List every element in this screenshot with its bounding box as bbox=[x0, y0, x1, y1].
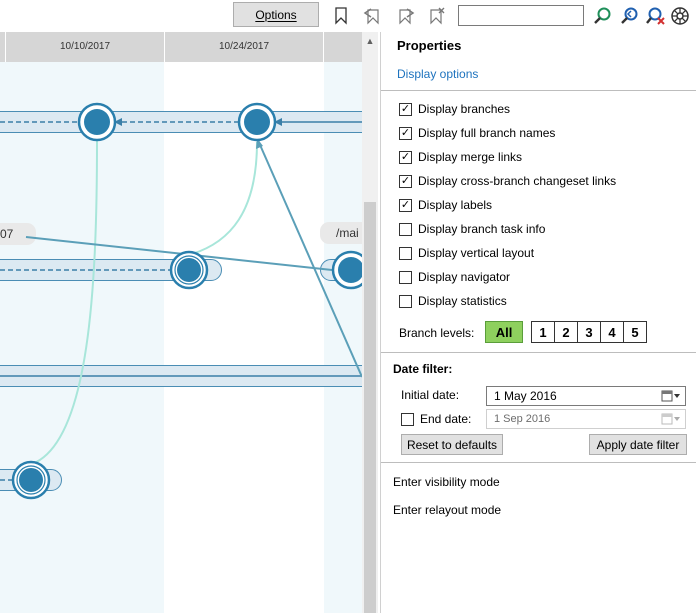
branch-level-all-button[interactable]: All bbox=[485, 321, 523, 343]
display-option-row[interactable]: Display branch task info bbox=[399, 220, 545, 238]
display-option-label: Display cross-branch changeset links bbox=[418, 174, 617, 188]
display-option-label: Display branch task info bbox=[418, 222, 546, 236]
bookmark-previous-icon[interactable] bbox=[361, 5, 383, 27]
bookmark-next-icon[interactable] bbox=[395, 5, 417, 27]
settings-icon[interactable] bbox=[669, 5, 691, 27]
display-option-label: Display branches bbox=[418, 102, 511, 116]
initial-date-label: Initial date: bbox=[401, 388, 460, 402]
display-option-checkbox[interactable]: ✓ bbox=[399, 126, 412, 140]
calendar-dropdown-icon bbox=[661, 413, 681, 425]
display-option-row[interactable]: ✓ Display labels bbox=[399, 196, 492, 214]
display-option-label: Display statistics bbox=[418, 294, 507, 308]
initial-date-picker[interactable]: 1 May 2016 bbox=[486, 386, 686, 406]
properties-panel: Properties Display options ✓ Display bran… bbox=[380, 32, 696, 613]
divider bbox=[381, 90, 696, 91]
branch-level-5-button[interactable]: 5 bbox=[623, 321, 647, 343]
changeset-node[interactable] bbox=[331, 250, 362, 290]
display-option-checkbox[interactable]: ✓ bbox=[399, 150, 412, 164]
apply-date-filter-button[interactable]: Apply date filter bbox=[589, 434, 687, 455]
branch-level-3-button[interactable]: 3 bbox=[577, 321, 601, 343]
divider bbox=[381, 352, 696, 353]
display-option-row[interactable]: Display vertical layout bbox=[399, 244, 534, 262]
changeset-node[interactable] bbox=[237, 102, 277, 142]
changeset-node[interactable] bbox=[77, 102, 117, 142]
display-option-label: Display labels bbox=[418, 198, 493, 212]
branch-level-2-button[interactable]: 2 bbox=[554, 321, 578, 343]
display-option-checkbox[interactable] bbox=[399, 246, 412, 260]
bookmark-icon[interactable] bbox=[330, 5, 352, 27]
branch-level-4-button[interactable]: 4 bbox=[600, 321, 624, 343]
end-date-label: End date: bbox=[420, 412, 472, 426]
branch-explorer-graph[interactable]: 10/10/2017 10/24/2017 07 /mai bbox=[0, 32, 362, 613]
divider bbox=[381, 462, 696, 463]
display-option-row[interactable]: Display navigator bbox=[399, 268, 510, 286]
display-option-row[interactable]: ✓ Display full branch names bbox=[399, 124, 555, 142]
display-option-label: Display merge links bbox=[418, 150, 523, 164]
scroll-up-icon[interactable]: ▲ bbox=[365, 36, 375, 46]
display-option-checkbox[interactable] bbox=[399, 222, 412, 236]
scrollbar-thumb[interactable] bbox=[364, 202, 376, 613]
reset-defaults-button[interactable]: Reset to defaults bbox=[401, 434, 503, 455]
search-previous-icon[interactable] bbox=[619, 5, 641, 27]
display-option-checkbox[interactable]: ✓ bbox=[399, 198, 412, 212]
bookmark-clear-icon[interactable] bbox=[426, 5, 448, 27]
display-option-row[interactable]: Display statistics bbox=[399, 292, 507, 310]
display-option-checkbox[interactable] bbox=[399, 294, 412, 308]
branch-level-1-button[interactable]: 1 bbox=[531, 321, 555, 343]
enter-visibility-mode-action[interactable]: Enter visibility mode bbox=[393, 475, 500, 489]
display-option-checkbox[interactable]: ✓ bbox=[399, 174, 412, 188]
changeset-graph bbox=[0, 102, 362, 500]
end-date-picker: 1 Sep 2016 bbox=[486, 409, 686, 429]
display-option-label: Display vertical layout bbox=[418, 246, 535, 260]
end-date-row: End date: bbox=[401, 412, 471, 426]
search-icon[interactable] bbox=[592, 5, 614, 27]
graph-scrollbar[interactable]: ▲ bbox=[362, 32, 378, 613]
display-option-row[interactable]: ✓ Display cross-branch changeset links bbox=[399, 172, 616, 190]
display-option-row[interactable]: ✓ Display branches bbox=[399, 100, 510, 118]
toolbar: Options bbox=[0, 0, 696, 32]
enter-relayout-mode-action[interactable]: Enter relayout mode bbox=[393, 503, 501, 517]
changeset-node[interactable] bbox=[11, 460, 51, 500]
display-option-label: Display full branch names bbox=[418, 126, 556, 140]
branch-levels-label: Branch levels: bbox=[399, 326, 475, 340]
end-date-checkbox[interactable] bbox=[401, 412, 414, 426]
date-filter-title: Date filter: bbox=[393, 362, 453, 376]
search-clear-icon[interactable] bbox=[644, 5, 666, 27]
changeset-node[interactable] bbox=[169, 250, 209, 290]
options-button[interactable]: Options bbox=[233, 2, 319, 27]
display-option-checkbox[interactable]: ✓ bbox=[399, 102, 412, 116]
properties-title: Properties bbox=[397, 38, 462, 53]
display-option-checkbox[interactable] bbox=[399, 270, 412, 284]
search-input[interactable] bbox=[458, 5, 584, 26]
calendar-dropdown-icon[interactable] bbox=[661, 390, 681, 402]
display-option-row[interactable]: ✓ Display merge links bbox=[399, 148, 522, 166]
display-options-link[interactable]: Display options bbox=[397, 67, 478, 81]
display-option-label: Display navigator bbox=[418, 270, 511, 284]
